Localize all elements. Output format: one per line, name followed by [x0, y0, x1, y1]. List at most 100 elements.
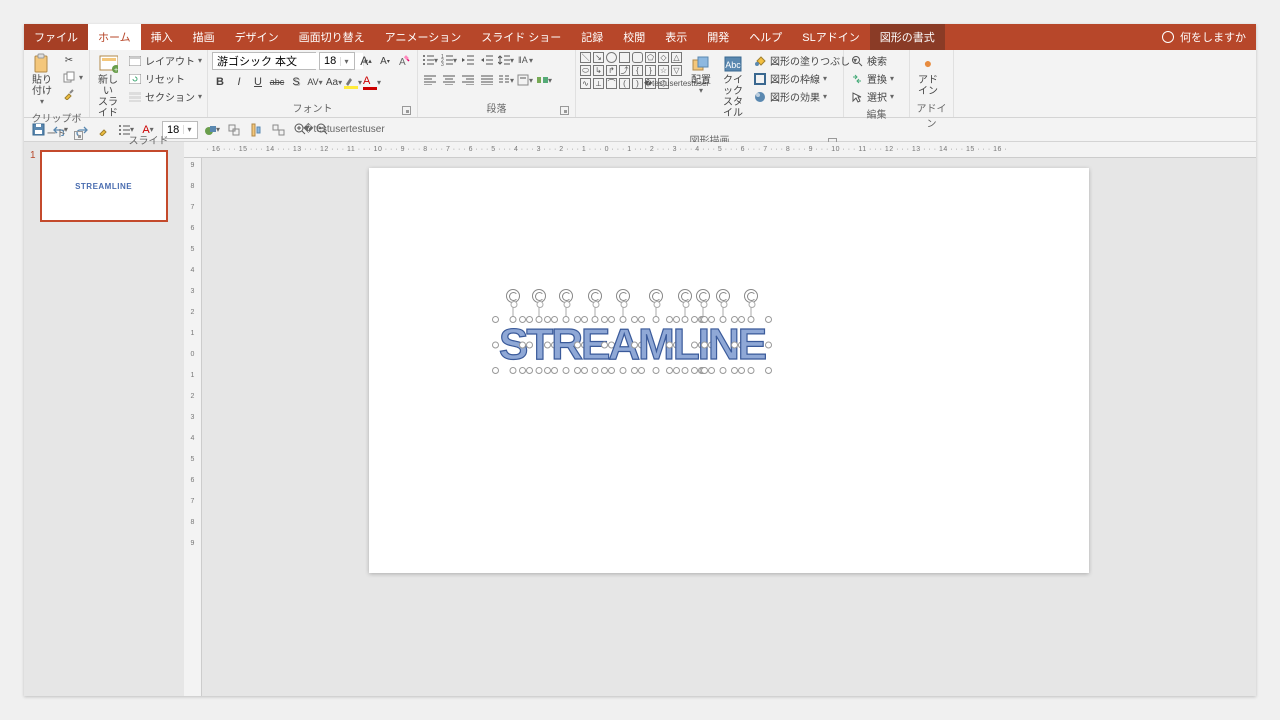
find-button[interactable]: 検索 [848, 52, 896, 69]
shrink-font-button[interactable]: A▾ [377, 53, 393, 69]
reset-button[interactable]: リセット [126, 70, 204, 87]
highlight-button[interactable]: ▾ [345, 74, 361, 90]
shape-oval-icon[interactable] [606, 52, 617, 63]
tab-draw[interactable]: 描画 [183, 24, 225, 50]
shape-line-icon[interactable]: ＼ [580, 52, 591, 63]
group-qat[interactable] [226, 122, 242, 138]
bold-button[interactable]: B [212, 74, 228, 90]
line-spacing-button[interactable]: ▾ [498, 52, 514, 68]
shape-r2-5[interactable]: { [632, 65, 643, 76]
shape-r3-3[interactable]: ⌒ [606, 78, 617, 89]
align-left-button[interactable] [422, 72, 438, 88]
wordart-letter[interactable]: E [581, 323, 608, 367]
align-center-button[interactable] [441, 72, 457, 88]
tab-sladdin[interactable]: SLアドイン [792, 24, 869, 50]
shape-more3-icon[interactable]: △ [671, 52, 682, 63]
paste-button[interactable]: 貼り付け ▾ [28, 52, 56, 109]
clipboard-dialog-launcher[interactable] [74, 131, 83, 140]
wordart-letter[interactable]: A [608, 323, 638, 367]
section-button[interactable]: セクション▾ [126, 88, 204, 105]
tab-transitions[interactable]: 画面切り替え [289, 24, 375, 50]
shapes-qat[interactable]: ▾ [204, 122, 220, 138]
arrange-button[interactable]: 配置▾ [687, 52, 715, 98]
columns-button[interactable]: ▾ [498, 72, 514, 88]
shape-r3-4[interactable]: ( [619, 78, 630, 89]
slide-canvas-area[interactable]: S T R E A [202, 158, 1256, 696]
wordart-letter[interactable]: N [708, 323, 738, 367]
shape-fill-button[interactable]: 図形の塗りつぶし▾ [751, 52, 859, 69]
tab-slideshow[interactable]: スライド ショー [471, 24, 571, 50]
clear-format-button[interactable]: A [396, 53, 412, 69]
shape-lineseg-icon[interactable]: ↘ [593, 52, 604, 63]
dec-indent-button[interactable] [460, 52, 476, 68]
wordart-letter[interactable]: M [638, 323, 673, 367]
font-size-input[interactable] [320, 53, 340, 69]
paragraph-dialog-launcher[interactable] [560, 106, 569, 115]
shape-r3-5[interactable]: ) [632, 78, 643, 89]
font-color-button[interactable]: A▾ [364, 74, 380, 90]
tab-view[interactable]: 表示 [655, 24, 697, 50]
shape-r2-2[interactable]: ↳ [593, 65, 604, 76]
smartart-button[interactable]: ▾ [536, 72, 552, 88]
shape-r3-2[interactable]: ⟂ [593, 78, 604, 89]
text-direction-button[interactable]: ‖A▾ [517, 52, 533, 68]
shape-more2-icon[interactable]: ◇ [658, 52, 669, 63]
wordart-group[interactable]: S T R E A [499, 323, 765, 367]
shape-roundrect-icon[interactable] [632, 52, 643, 63]
ungroup-qat[interactable] [270, 122, 286, 138]
tab-design[interactable]: デザイン [225, 24, 289, 50]
shape-r2-1[interactable]: ⬭ [580, 65, 591, 76]
tab-record[interactable]: 記録 [571, 24, 613, 50]
shape-r2-6[interactable]: } [645, 65, 656, 76]
shape-outline-button[interactable]: 図形の枠線▾ [751, 70, 859, 87]
inc-indent-button[interactable] [479, 52, 495, 68]
wordart-letter[interactable]: I [698, 323, 708, 367]
wordart-letter[interactable]: E [738, 323, 765, 367]
wordart-letter[interactable]: S [499, 323, 526, 367]
numbering-button[interactable]: 123▾ [441, 52, 457, 68]
grow-font-button[interactable]: A▴ [358, 53, 374, 69]
underline-button[interactable]: U [250, 74, 266, 90]
spacing-button[interactable]: AV▾ [307, 74, 323, 90]
shape-more-dd[interactable]: �testusertestuser [671, 78, 682, 89]
slide-thumbnail-1[interactable]: STREAMLINE [40, 150, 168, 222]
tell-me-search[interactable]: 何をしますか [1152, 24, 1256, 50]
font-size-combo[interactable]: ▾ [319, 52, 355, 70]
tab-file[interactable]: ファイル [24, 24, 88, 50]
cut-button[interactable]: ✂ [60, 52, 85, 68]
align-qat[interactable] [248, 122, 264, 138]
tab-insert[interactable]: 挿入 [141, 24, 183, 50]
change-case-button[interactable]: Aa▾ [326, 74, 342, 90]
justify-button[interactable] [479, 72, 495, 88]
tab-help[interactable]: ヘルプ [739, 24, 792, 50]
shape-more1-icon[interactable]: ⬠ [645, 52, 656, 63]
wordart-letter[interactable]: R [551, 323, 581, 367]
wordart-letter[interactable]: L [673, 323, 698, 367]
tab-home[interactable]: ホーム [88, 24, 141, 50]
shape-r2-4[interactable]: ⤴ [619, 65, 630, 76]
font-dialog-launcher[interactable] [402, 106, 411, 115]
align-right-button[interactable] [460, 72, 476, 88]
shape-r2-8[interactable]: ▽ [671, 65, 682, 76]
strike-button[interactable]: abc [269, 74, 285, 90]
tab-review[interactable]: 校閲 [613, 24, 655, 50]
shape-r2-3[interactable]: ↱ [606, 65, 617, 76]
select-button[interactable]: 選択▾ [848, 88, 896, 105]
replace-button[interactable]: 置換▾ [848, 70, 896, 87]
copy-button[interactable]: ▾ [60, 69, 85, 85]
format-painter-button[interactable] [60, 86, 85, 102]
tab-shape-format[interactable]: 図形の書式 [870, 24, 945, 50]
addins-button[interactable]: ● アド イン [914, 52, 942, 99]
shape-r2-7[interactable]: ☆ [658, 65, 669, 76]
wordart-letter[interactable]: T [526, 323, 551, 367]
tab-developer[interactable]: 開発 [697, 24, 739, 50]
shape-r3-1[interactable]: ∿ [580, 78, 591, 89]
italic-button[interactable]: I [231, 74, 247, 90]
shapes-gallery[interactable]: ＼↘⬠◇△ ⬭↳↱⤴{}☆▽ ∿⟂⌒()✧⬡�testusertestuser [580, 52, 683, 90]
shadow-button[interactable]: S [288, 74, 304, 90]
align-text-button[interactable]: ▾ [517, 72, 533, 88]
shape-rect-icon[interactable] [619, 52, 630, 63]
qat-customize[interactable]: �testusertestuser [336, 122, 352, 138]
layout-button[interactable]: レイアウト▾ [126, 52, 204, 69]
shape-effects-button[interactable]: 図形の効果▾ [751, 88, 859, 105]
